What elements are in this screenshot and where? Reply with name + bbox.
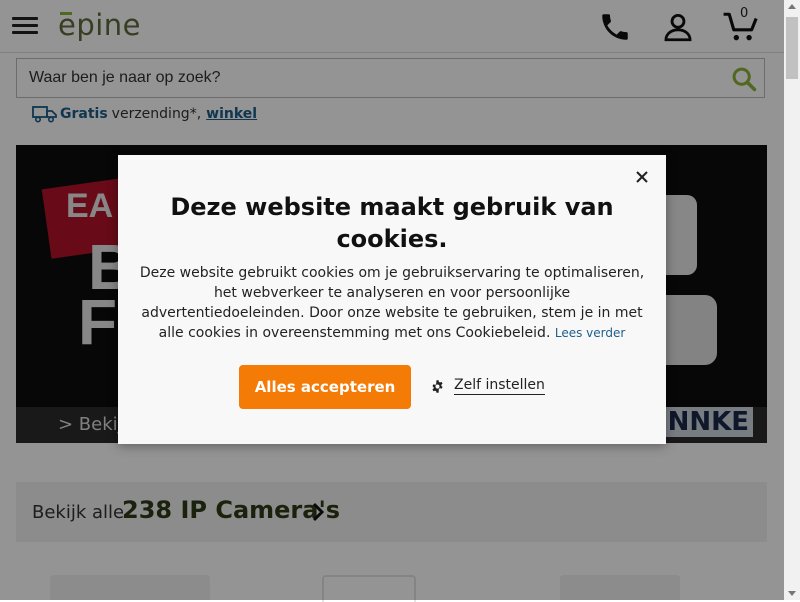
cookie-consent-dialog: Deze website maakt gebruik van cookies. … <box>118 155 666 444</box>
cookie-dialog-body: Deze website gebruikt cookies om je gebr… <box>132 263 652 343</box>
self-settings-button[interactable]: Zelf instellen <box>430 377 545 395</box>
close-icon[interactable] <box>632 167 652 187</box>
scroll-thumb[interactable] <box>786 17 798 79</box>
read-more-link[interactable]: Lees verder <box>555 326 625 340</box>
page-scrollbar[interactable] <box>784 0 800 600</box>
self-settings-label: Zelf instellen <box>454 377 545 395</box>
scroll-up-arrow-icon[interactable] <box>788 4 796 9</box>
gear-icon <box>432 379 443 393</box>
cookie-dialog-title: Deze website maakt gebruik van cookies. <box>170 193 614 253</box>
accept-all-button[interactable]: Alles accepteren <box>239 365 411 409</box>
scroll-down-arrow-icon[interactable] <box>788 591 796 596</box>
